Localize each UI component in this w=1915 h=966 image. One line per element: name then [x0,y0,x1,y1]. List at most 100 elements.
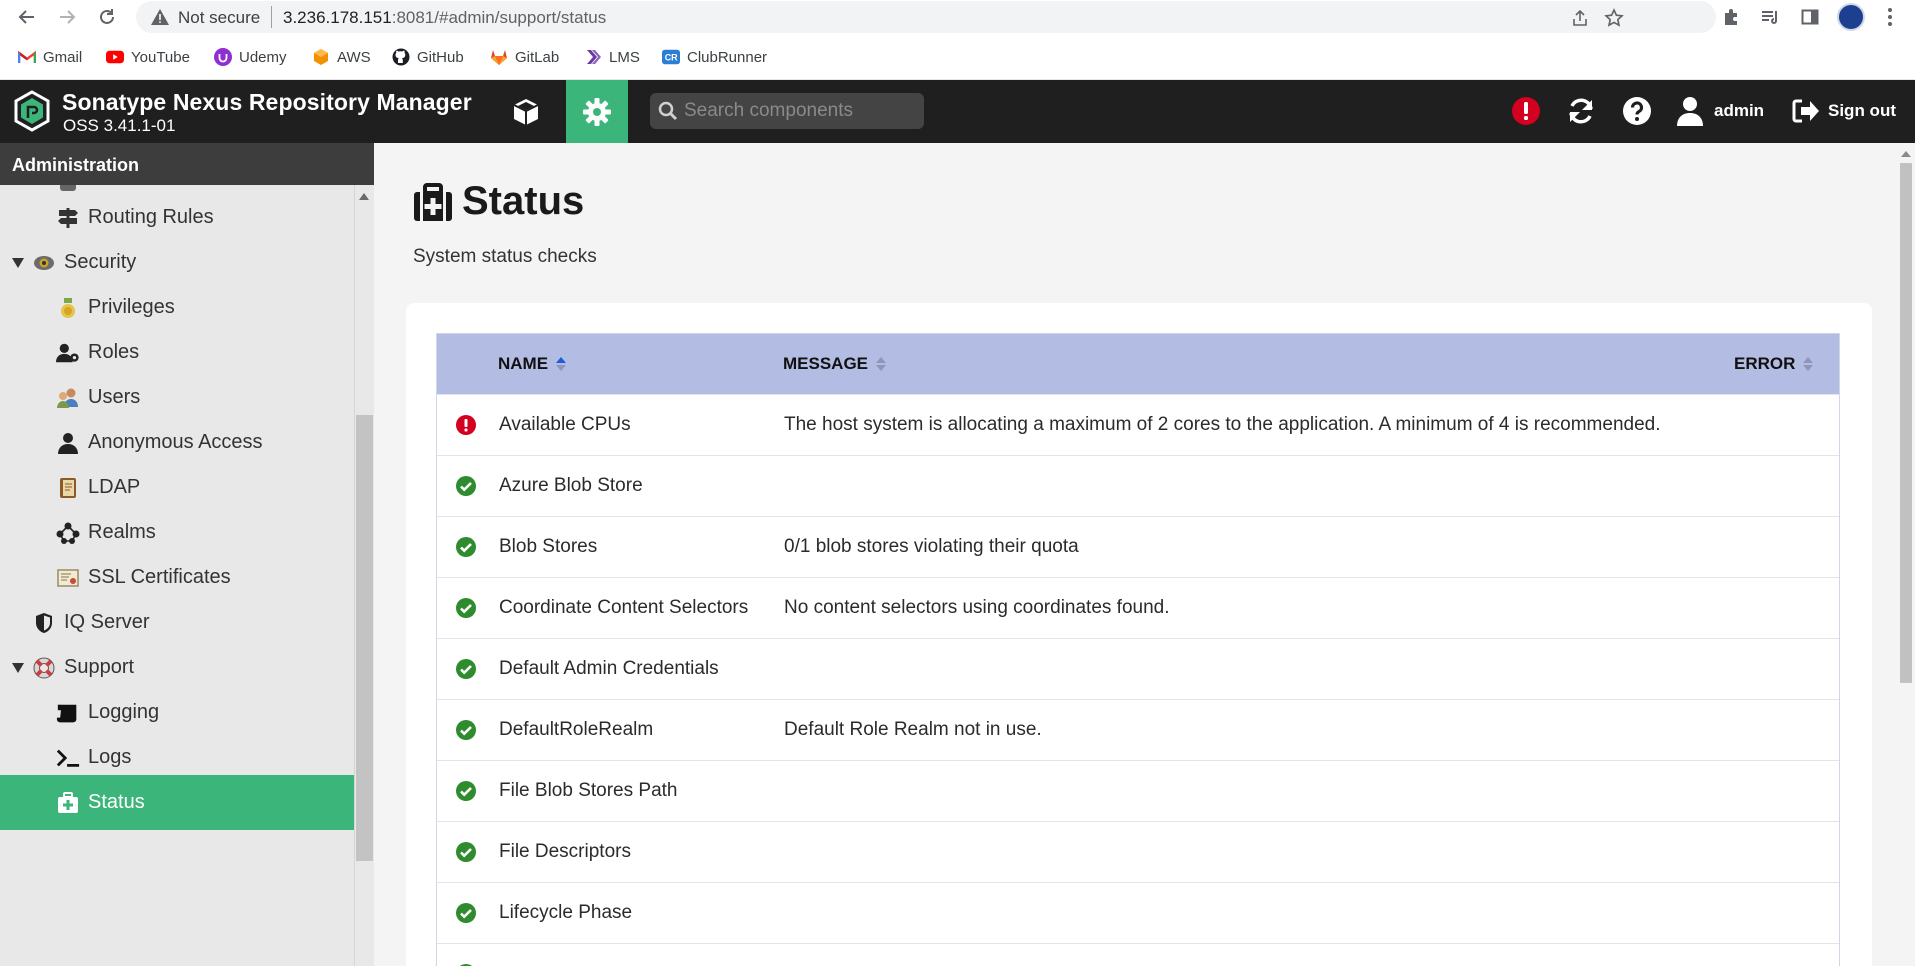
shield-icon [32,611,56,635]
main-scrollbar[interactable] [1896,143,1915,966]
reading-list-button[interactable] [1758,5,1782,29]
system-alerts-button[interactable] [1509,94,1543,128]
security-badge-icon [32,251,56,275]
nexus-logo-icon [14,90,50,132]
url-path: :8081/#admin/support/status [391,8,607,27]
row-name: Coordinate Content Selectors [499,597,749,618]
forward-button[interactable] [54,4,80,30]
browser-menu-button[interactable] [1884,4,1896,30]
bookmark-label: ClubRunner [687,48,768,66]
bookmark-udemy[interactable]: Udemy [214,46,287,68]
help-button[interactable] [1620,94,1654,128]
sort-icon [1803,357,1814,371]
column-label: ERROR [1734,354,1796,373]
bookmarks-bar: Gmail YouTube Udemy AWS GitHub GitLab LM… [0,42,1915,72]
column-label: MESSAGE [783,354,869,373]
table-row[interactable]: Default Admin Credentials [437,638,1839,699]
arrow-left-icon [18,10,34,24]
bookmark-youtube[interactable]: YouTube [106,46,190,68]
bookmark-label: GitLab [515,48,560,66]
caret-down-icon[interactable] [11,661,25,675]
table-row[interactable]: DefaultRoleRealm Default Role Realm not … [437,699,1839,760]
error-status-icon [456,415,476,435]
side-panel-icon [1801,9,1819,25]
table-row[interactable]: Azure Blob Store [437,455,1839,516]
sidebar-item-label: Support [64,656,135,678]
row-name: File Descriptors [499,841,631,862]
table-row[interactable]: File Descriptors [437,821,1839,882]
user-gear-icon [56,341,80,365]
search-input[interactable] [684,96,916,126]
bookmark-label: YouTube [131,48,190,66]
url-text: 3.236.178.151:8081/#admin/support/status [283,8,606,28]
bookmark-label: GitHub [417,48,464,66]
bookmark-clubrunner[interactable]: CR ClubRunner [662,46,767,68]
check-circle-icon [456,476,476,496]
bookmark-star-button[interactable] [1602,6,1626,30]
table-row[interactable]: File Blob Stores Path [437,760,1839,821]
main-scrollbar-thumb[interactable] [1900,163,1912,683]
bookmark-gitlab[interactable]: GitLab [490,46,559,68]
sidebar-scrollbar[interactable] [354,185,374,966]
table-row[interactable]: Blob Stores 0/1 blob stores violating th… [437,516,1839,577]
sidebar-item-status[interactable]: Status [0,775,354,830]
bookmark-github[interactable]: GitHub [392,46,464,68]
table-row[interactable]: Available CPUs The host system is alloca… [437,394,1839,455]
sign-out-icon [1792,99,1819,123]
medkit-icon [56,791,80,815]
browser-chrome: Not secure 3.236.178.151:8081/#admin/sup… [0,0,1915,80]
bookmark-lms[interactable]: LMS [584,46,640,68]
column-header-name[interactable]: NAME [498,354,567,374]
column-header-message[interactable]: MESSAGE [783,354,887,374]
bookmark-gmail[interactable]: Gmail [18,46,82,68]
back-button[interactable] [14,4,40,30]
side-panel-button[interactable] [1798,5,1822,29]
user-menu[interactable]: admin [1676,94,1764,128]
search-box[interactable] [650,93,924,129]
book-icon [56,476,80,500]
reload-button[interactable] [94,4,120,30]
sidebar-item-label: Routing Rules [88,206,214,228]
user-icon [56,431,80,455]
warning-icon [151,9,169,25]
caret-down-icon[interactable] [11,256,25,270]
sidebar-heading: Administration [0,143,374,185]
address-separator [271,6,272,28]
extensions-button[interactable] [1720,5,1744,29]
sort-ascending-icon [556,357,567,371]
profile-avatar[interactable] [1837,3,1865,31]
bookmark-label: AWS [337,48,371,66]
search-icon [658,101,678,121]
table-row[interactable]: Lifecycle Phase [437,882,1839,943]
bookmark-label: Gmail [43,48,83,66]
refresh-button[interactable] [1564,94,1598,128]
puzzle-icon [1725,9,1737,25]
grid-header: NAME MESSAGE ERROR [437,334,1839,394]
scroll-up-arrow-icon[interactable] [359,193,369,200]
check-circle-icon [456,720,476,740]
sidebar-item-label: Logging [88,701,160,723]
udemy-icon [214,48,232,66]
administration-button[interactable] [566,80,628,143]
table-row[interactable]: Coordinate Content Selectors No content … [437,577,1839,638]
scroll-up-arrow-icon[interactable] [1901,151,1911,157]
sign-out-button[interactable]: Sign out [1792,94,1896,128]
users-icon [56,386,80,410]
bookmark-label: LMS [609,48,640,66]
sidebar-scrollbar-thumb[interactable] [356,415,373,861]
user-name: admin [1714,101,1765,120]
check-circle-icon [456,842,476,862]
bookmark-aws[interactable]: AWS [312,46,371,68]
sidebar-item-label: Users [88,386,141,408]
browse-button[interactable] [500,80,552,143]
lms-icon [584,48,602,66]
row-message: 0/1 blob stores violating their quota [784,536,1079,557]
gear-icon [583,97,611,126]
address-bar[interactable]: Not secure 3.236.178.151:8081/#admin/sup… [136,1,1716,33]
row-message: Default Role Realm not in use. [784,719,1042,740]
column-header-error[interactable]: ERROR [1734,354,1814,374]
share-button[interactable] [1568,6,1592,30]
svg-text:CR: CR [665,53,678,63]
table-row[interactable] [437,943,1839,966]
sign-out-label: Sign out [1828,101,1896,120]
